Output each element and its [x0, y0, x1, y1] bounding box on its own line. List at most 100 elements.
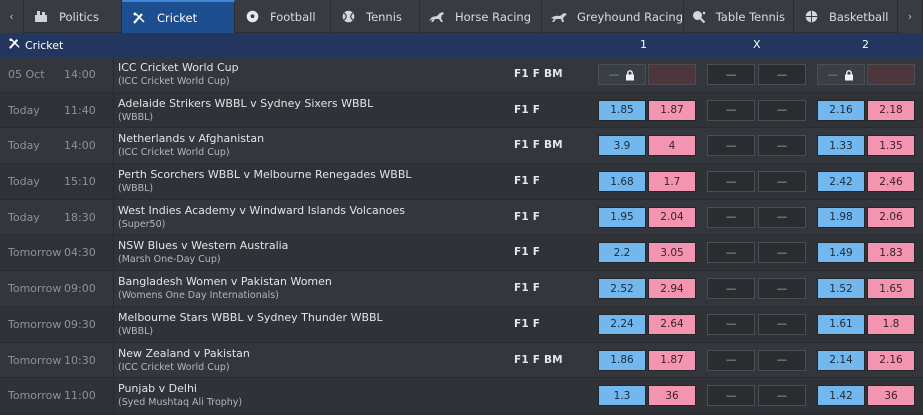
odds-back-away-button[interactable]: 1.98 — [817, 206, 865, 228]
event-row[interactable]: Tomorrow 11:00 Punjab v Delhi (Syed Mushtaq… — [0, 378, 923, 414]
odds-lay-draw-button[interactable]: — — [758, 385, 806, 407]
odds-back-draw-button[interactable]: — — [707, 385, 755, 407]
odds-lay-home-button[interactable]: 1.87 — [648, 99, 696, 121]
event-row[interactable]: 05 Oct 14:00 ICC Cricket World Cup (ICC Cri… — [0, 57, 923, 93]
odds-back-away-button[interactable]: — — [817, 64, 865, 85]
event-time: 11:40 — [64, 103, 96, 117]
odds-back-away-button[interactable]: 2.42 — [817, 171, 865, 193]
odds-lay-away-button[interactable]: 36 — [867, 385, 915, 407]
odds-lay-away-button[interactable]: 1.65 — [867, 278, 915, 300]
event-day: Tomorrow — [8, 389, 62, 403]
odds-lay-draw-button[interactable]: — — [758, 135, 806, 157]
event-row[interactable]: Tomorrow 09:00 Bangladesh Women v Pakistan… — [0, 271, 923, 307]
odds-back-draw-button[interactable]: — — [707, 64, 755, 85]
odds-value: — — [776, 246, 788, 259]
odds-back-draw-button[interactable]: — — [707, 313, 755, 335]
tab-greyhound-racing[interactable]: Greyhound Racing — [542, 0, 684, 33]
odds-back-home-button[interactable]: 2.24 — [598, 313, 646, 335]
odds-lay-draw-button[interactable]: — — [758, 99, 806, 121]
odds-value: 1.85 — [610, 104, 634, 117]
odds-back-home-button[interactable]: 1.85 — [598, 99, 646, 121]
odds-lay-away-button[interactable]: 1.35 — [867, 135, 915, 157]
odds-lay-draw-button[interactable]: — — [758, 171, 806, 193]
odds-back-home-button[interactable]: 1.86 — [598, 349, 646, 371]
odds-lay-home-button[interactable]: 2.64 — [648, 313, 696, 335]
event-row[interactable]: Today 11:40 Adelaide Strikers WBBL v Sydne… — [0, 92, 923, 129]
odds-back-draw-button[interactable]: — — [707, 349, 755, 371]
odds-back-draw-button[interactable]: — — [707, 135, 755, 157]
tab-label: Horse Racing — [455, 9, 532, 24]
event-list: 05 Oct 14:00 ICC Cricket World Cup (ICC Cri… — [0, 57, 923, 414]
odds-back-draw-button[interactable]: — — [707, 206, 755, 228]
odds-back-draw-button[interactable]: — — [707, 278, 755, 300]
event-name[interactable]: Melbourne Stars WBBL v Sydney Thunder WB… — [118, 311, 383, 324]
odds-back-home-button[interactable]: 1.68 — [598, 171, 646, 193]
tab-football[interactable]: Football — [235, 0, 331, 33]
odds-back-away-button[interactable]: 2.14 — [817, 349, 865, 371]
odds-back-draw-button[interactable]: — — [707, 242, 755, 264]
event-row[interactable]: Today 15:10 Perth Scorchers WBBL v Melbour… — [0, 164, 923, 200]
odds-back-away-button[interactable]: 1.49 — [817, 242, 865, 264]
odds-value: — — [776, 68, 788, 81]
odds-lay-away-button[interactable]: 1.83 — [867, 242, 915, 264]
odds-lay-away-button[interactable]: 2.18 — [867, 99, 915, 121]
event-row[interactable]: Tomorrow 10:30 New Zealand v Pakistan (ICC … — [0, 342, 923, 379]
odds-lay-home-button[interactable]: 1.87 — [648, 349, 696, 371]
event-name[interactable]: NSW Blues v Western Australia — [118, 239, 288, 252]
tabs-next-arrow[interactable]: › — [898, 0, 923, 33]
odds-back-draw-button[interactable]: — — [707, 99, 755, 121]
odds-lay-home-button[interactable] — [648, 64, 696, 85]
event-name[interactable]: Netherlands v Afghanistan — [118, 132, 264, 145]
event-row[interactable]: Tomorrow 04:30 NSW Blues v Western Austral… — [0, 235, 923, 272]
odds-back-home-button[interactable]: 1.95 — [598, 206, 646, 228]
odds-lay-draw-button[interactable]: — — [758, 64, 806, 85]
odds-back-away-button[interactable]: 1.33 — [817, 135, 865, 157]
event-name[interactable]: Perth Scorchers WBBL v Melbourne Renegad… — [118, 168, 412, 181]
odds-back-away-button[interactable]: 2.16 — [817, 99, 865, 121]
odds-lay-draw-button[interactable]: — — [758, 242, 806, 264]
event-name[interactable]: ICC Cricket World Cup — [118, 61, 239, 74]
odds-lay-away-button[interactable]: 2.16 — [867, 349, 915, 371]
odds-back-home-button[interactable]: 1.3 — [598, 385, 646, 407]
odds-back-home-button[interactable]: 2.2 — [598, 242, 646, 264]
odds-value: 1.49 — [829, 246, 853, 259]
odds-lay-home-button[interactable]: 1.7 — [648, 171, 696, 193]
odds-value: 1.65 — [879, 282, 903, 295]
odds-lay-home-button[interactable]: 2.04 — [648, 206, 696, 228]
event-row[interactable]: Today 18:30 West Indies Academy v Windward… — [0, 199, 923, 236]
event-name[interactable]: Punjab v Delhi — [118, 382, 197, 395]
odds-back-home-button[interactable]: 3.9 — [598, 135, 646, 157]
odds-lay-home-button[interactable]: 36 — [648, 385, 696, 407]
odds-back-away-button[interactable]: 1.61 — [817, 313, 865, 335]
tab-politics[interactable]: Politics — [24, 0, 122, 33]
odds-lay-draw-button[interactable]: — — [758, 278, 806, 300]
odds-back-draw-button[interactable]: — — [707, 171, 755, 193]
odds-lay-away-button[interactable]: 2.06 — [867, 206, 915, 228]
odds-back-home-button[interactable]: — — [598, 64, 646, 85]
odds-lay-home-button[interactable]: 3.05 — [648, 242, 696, 264]
tab-tennis[interactable]: Tennis — [331, 0, 420, 33]
event-name[interactable]: Bangladesh Women v Pakistan Women — [118, 275, 332, 288]
event-name[interactable]: West Indies Academy v Windward Islands V… — [118, 204, 405, 217]
odds-lay-away-button[interactable]: 2.46 — [867, 171, 915, 193]
odds-lay-home-button[interactable]: 2.94 — [648, 278, 696, 300]
odds-lay-draw-button[interactable]: — — [758, 313, 806, 335]
tab-table-tennis[interactable]: Table Tennis — [684, 0, 794, 33]
market-flags: F1 F — [514, 103, 541, 116]
event-row[interactable]: Today 14:00 Netherlands v Afghanistan (ICC … — [0, 128, 923, 165]
tab-horse-racing[interactable]: Horse Racing — [420, 0, 542, 33]
odds-lay-draw-button[interactable]: — — [758, 206, 806, 228]
tab-cricket[interactable]: Cricket — [122, 0, 235, 33]
tab-basketball[interactable]: Basketball — [794, 0, 898, 33]
odds-lay-draw-button[interactable]: — — [758, 349, 806, 371]
odds-back-home-button[interactable]: 2.52 — [598, 278, 646, 300]
odds-back-away-button[interactable]: 1.52 — [817, 278, 865, 300]
tabs-prev-arrow[interactable]: ‹ — [0, 0, 24, 33]
event-row[interactable]: Tomorrow 09:30 Melbourne Stars WBBL v Sydn… — [0, 306, 923, 343]
odds-lay-away-button[interactable]: 1.8 — [867, 313, 915, 335]
odds-lay-away-button[interactable] — [867, 64, 915, 85]
odds-back-away-button[interactable]: 1.42 — [817, 385, 865, 407]
odds-lay-home-button[interactable]: 4 — [648, 135, 696, 157]
event-name[interactable]: Adelaide Strikers WBBL v Sydney Sixers W… — [118, 97, 373, 110]
event-name[interactable]: New Zealand v Pakistan — [118, 347, 250, 360]
